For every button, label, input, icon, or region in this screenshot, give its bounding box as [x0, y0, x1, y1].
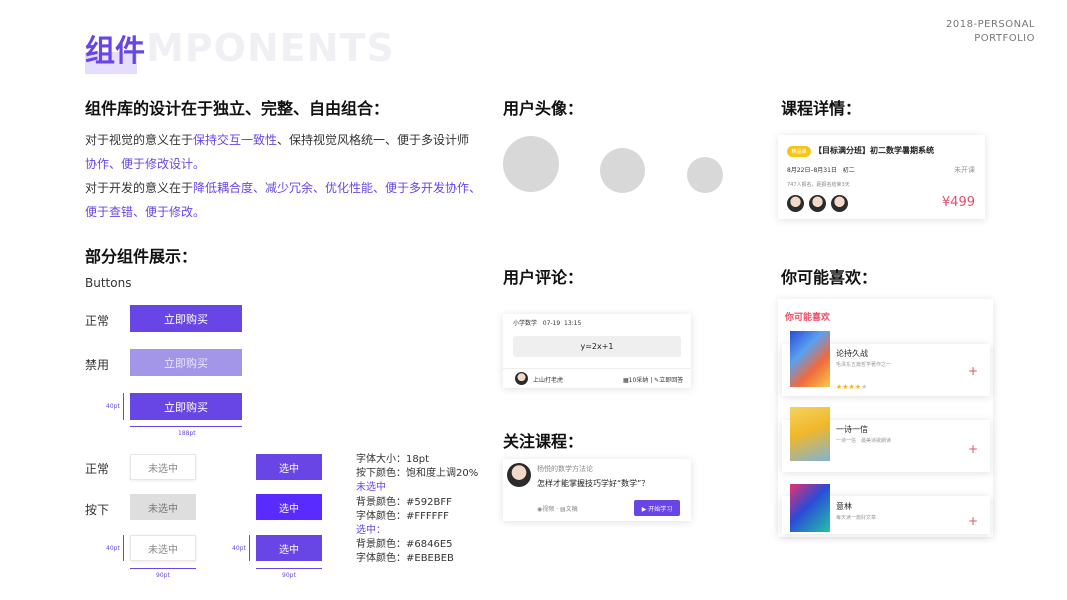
portfolio-label: 2018-PERSONAL PORTFOLIO [946, 19, 1035, 44]
state-pressed-label: 按下 [85, 503, 110, 517]
dim-height-small-left: 40pt [106, 545, 120, 552]
commenter-name: 上山打老虎 [533, 377, 564, 384]
like-item-2-desc: 一诗一信 最美诗歌朗读 [836, 438, 892, 444]
start-learning-button[interactable]: ▶ 开始学习 [634, 500, 680, 516]
buy-button-disabled: 立即购买 [130, 349, 242, 376]
add-icon[interactable]: + [968, 364, 978, 378]
like-heading: 你可能喜欢： [781, 268, 878, 287]
like-card-title: 你可能喜欢 [785, 313, 831, 323]
premium-badge: 精品课 [787, 146, 811, 157]
unselected-button-spec[interactable]: 未选中 [130, 535, 196, 561]
course-schedule: 8月22日–8月31日 初二 [787, 167, 855, 174]
selected-button-spec[interactable]: 选中 [256, 535, 322, 561]
state-normal-label: 正常 [85, 314, 110, 328]
follow-question: 怎样才能掌握技巧学好“数学”？ [537, 479, 650, 488]
book-cover-1 [790, 331, 830, 387]
like-item-1-desc: 毛泽东五篇哲学著作之一 [836, 362, 892, 368]
follow-heading: 关注课程： [503, 432, 584, 451]
dim-line-v-small-right [249, 535, 250, 561]
comment-actions: ▦10采纳 | ✎立即回答 [623, 377, 684, 384]
like-card: 你可能喜欢 论持久战 毛泽东五篇哲学著作之一 ★★★★★ + 一诗一信 一诗一信… [778, 299, 993, 537]
state-normal2-label: 正常 [85, 462, 110, 476]
add-icon[interactable]: + [968, 514, 978, 528]
buy-button-normal[interactable]: 立即购买 [130, 305, 242, 332]
course-card[interactable]: 精品课 【目标满分班】初二数学暑期系统 8月22日–8月31日 初二 未开课 7… [778, 135, 985, 219]
dim-height-small-right: 40pt [232, 545, 246, 552]
teacher-avatar-2 [809, 195, 826, 212]
buttons-label: Buttons [85, 276, 132, 290]
dim-line-h-small-left [130, 568, 196, 569]
follow-card: 杨悦的数学方法论 怎样才能掌握技巧学好“数学”？ ◉视频 · ▤文稿 ▶ 开始学… [503, 459, 691, 521]
like-item-3[interactable]: 意林 每天读一篇好文章 + [782, 484, 990, 534]
comment-meta: 小学数学 07-19 13:15 [513, 320, 582, 327]
dim-height-big: 40pt [106, 403, 120, 410]
book-cover-2 [790, 407, 830, 461]
dim-width-small-left: 90pt [156, 572, 170, 579]
unselected-button-normal[interactable]: 未选中 [130, 454, 196, 480]
avatar-large [503, 136, 559, 192]
intro-paragraph: 对于视觉的意义在于保持交互一致性、保持视觉风格统一、便于多设计师 协作、便于修改… [85, 133, 482, 219]
comment-divider [503, 368, 691, 369]
comment-formula: y=2x+1 [513, 336, 681, 357]
dim-line-h-big [130, 426, 242, 427]
intro-heading: 组件库的设计在于独立、完整、自由组合： [85, 99, 390, 118]
course-status: 未开课 [954, 166, 975, 174]
book-cover-3 [790, 484, 830, 532]
avatar-medium [600, 148, 645, 193]
avatar-small [687, 157, 723, 193]
unselected-button-pressed[interactable]: 未选中 [130, 494, 196, 520]
comment-heading: 用户评论： [503, 268, 584, 287]
accept-count: 10采纳 [628, 377, 649, 384]
rating-stars: ★★★★★ [836, 374, 867, 393]
page-title: 组件 [85, 34, 145, 69]
course-price: ¥499 [941, 195, 975, 210]
star-icon: ★★★★ [836, 383, 862, 391]
commenter-avatar [515, 372, 528, 385]
author-avatar [507, 463, 531, 487]
teacher-avatar-1 [787, 195, 804, 212]
button-spec-text: 字体大小：18pt 按下颜色：饱和度上调20% 未选中 背景颜色：#592BFF… [356, 454, 479, 565]
title-watermark: MPONENTS [146, 26, 395, 70]
selected-button-pressed[interactable]: 选中 [256, 494, 322, 520]
like-item-2-title: 一诗一信 [836, 425, 868, 434]
like-item-1-title: 论持久战 [836, 349, 868, 358]
avatar-heading: 用户头像： [503, 99, 584, 118]
selected-button-normal[interactable]: 选中 [256, 454, 322, 480]
course-title: 【目标满分班】初二数学暑期系统 [814, 146, 934, 155]
like-item-3-desc: 每天读一篇好文章 [836, 515, 877, 521]
dim-line-h-small-right [256, 568, 322, 569]
dim-line-v-small-left [123, 535, 124, 561]
reply-button[interactable]: 立即回答 [659, 377, 683, 384]
showcase-heading: 部分组件展示： [85, 247, 198, 266]
like-item-3-title: 意林 [836, 502, 852, 511]
buy-button-spec[interactable]: 立即购买 [130, 393, 242, 420]
dim-width-big: 188pt [178, 430, 196, 437]
course-heading: 课程详情： [781, 99, 862, 118]
dim-line-v-big [123, 393, 124, 420]
like-item-2[interactable]: 一诗一信 一诗一信 最美诗歌朗读 + [782, 407, 990, 472]
add-icon[interactable]: + [968, 442, 978, 456]
dim-width-small-right: 90pt [282, 572, 296, 579]
state-disabled-label: 禁用 [85, 358, 110, 372]
teacher-avatar-3 [831, 195, 848, 212]
like-item-1[interactable]: 论持久战 毛泽东五篇哲学著作之一 ★★★★★ + [782, 331, 990, 396]
comment-card: 小学数学 07-19 13:15 y=2x+1 上山打老虎 ▦10采纳 | ✎立… [503, 314, 691, 388]
star-empty-icon: ★ [861, 383, 868, 391]
follow-tags: ◉视频 · ▤文稿 [537, 506, 578, 513]
course-enrolled: 747人报名，距报名结束3天 [787, 182, 850, 188]
author-name: 杨悦的数学方法论 [537, 465, 593, 473]
